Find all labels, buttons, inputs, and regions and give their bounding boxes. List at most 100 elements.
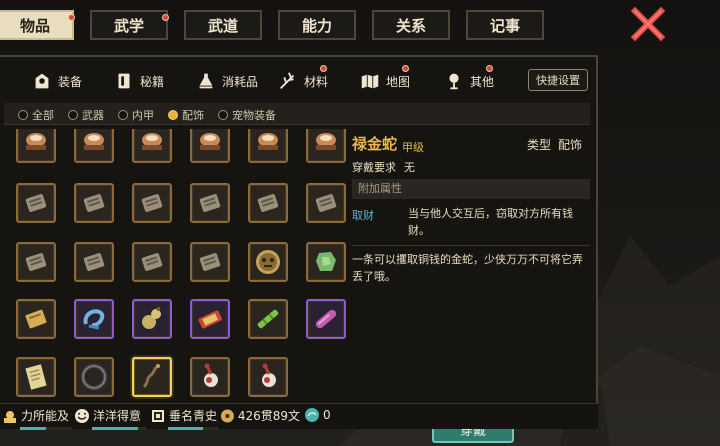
requirement-value: 无 bbox=[404, 161, 415, 174]
inventory-slot[interactable] bbox=[74, 299, 114, 339]
filter-label: 全部 bbox=[32, 109, 54, 122]
fame-icon bbox=[152, 409, 164, 422]
radio-button[interactable] bbox=[118, 110, 128, 120]
item-grade: 甲级 bbox=[402, 141, 424, 154]
jade-icon bbox=[316, 252, 336, 271]
inventory-slot[interactable] bbox=[16, 357, 56, 397]
inventory-slot[interactable] bbox=[248, 129, 288, 163]
inventory-slot[interactable] bbox=[132, 129, 172, 163]
filter-1[interactable]: 武器 bbox=[68, 107, 104, 123]
filter-2[interactable]: 内甲 bbox=[118, 107, 154, 123]
subtab-2[interactable]: 消耗品 bbox=[194, 65, 258, 97]
attribute-description: 当与他人交互后，窃取对方所有钱财。 bbox=[408, 207, 573, 237]
item-detail: 禄金蛇 甲级 类型 配饰 穿戴要求 无 附加属性 取财 当与他人交互后，窃取对方… bbox=[352, 133, 590, 443]
radio-button[interactable] bbox=[218, 110, 228, 120]
inventory-slot[interactable] bbox=[190, 242, 230, 282]
inventory-slot[interactable] bbox=[132, 357, 172, 397]
filter-3[interactable]: 配饰 bbox=[168, 107, 204, 123]
pot-icon bbox=[316, 133, 336, 150]
subtab-1[interactable]: 秘籍 bbox=[112, 65, 164, 97]
inventory-slot[interactable] bbox=[190, 183, 230, 223]
subtab-0[interactable]: 装备 bbox=[30, 65, 82, 97]
token-icon bbox=[199, 253, 221, 271]
subtab-label: 秘籍 bbox=[140, 74, 165, 89]
subtab-icon-wrap bbox=[194, 69, 218, 93]
token-icon bbox=[25, 253, 47, 271]
subtab-label: 地图 bbox=[386, 74, 411, 89]
status-bar: 力所能及 洋洋得意 垂名青史 426贯89文 0 bbox=[0, 403, 598, 430]
subtab-icon-wrap bbox=[358, 69, 382, 93]
tab-1[interactable]: 武学 bbox=[90, 10, 168, 40]
inventory-slot[interactable] bbox=[74, 129, 114, 163]
herb-icon bbox=[280, 72, 295, 89]
type-label: 类型 bbox=[527, 138, 552, 152]
inventory-slot[interactable] bbox=[132, 242, 172, 282]
pot-icon bbox=[200, 133, 220, 150]
filter-label: 配饰 bbox=[182, 109, 204, 122]
filter-4[interactable]: 宠物装备 bbox=[218, 107, 276, 123]
coin-icon bbox=[220, 409, 234, 422]
orb-icon bbox=[305, 408, 319, 422]
pipa-icon bbox=[204, 363, 218, 387]
filter-label: 宠物装备 bbox=[232, 109, 276, 122]
inventory-slot[interactable] bbox=[16, 183, 56, 223]
close-icon[interactable] bbox=[630, 6, 666, 42]
inventory-slot[interactable] bbox=[16, 129, 56, 163]
tab-2[interactable]: 武道 bbox=[184, 10, 262, 40]
status-text: 0 bbox=[323, 408, 331, 422]
radio-button[interactable] bbox=[18, 110, 28, 120]
subtab-label: 消耗品 bbox=[222, 74, 259, 89]
quick-settings-button[interactable]: 快捷设置 bbox=[528, 69, 588, 91]
inventory-slot[interactable] bbox=[248, 357, 288, 397]
pot-icon bbox=[26, 133, 46, 150]
status-item: 力所能及 bbox=[2, 407, 72, 430]
tab-4[interactable]: 关系 bbox=[372, 10, 450, 40]
inventory-slot[interactable] bbox=[74, 183, 114, 223]
notification-badge bbox=[68, 14, 75, 21]
inventory-slot[interactable] bbox=[132, 299, 172, 339]
token-icon bbox=[25, 194, 47, 212]
inventory-slot[interactable] bbox=[16, 299, 56, 339]
tab-3[interactable]: 能力 bbox=[278, 10, 356, 40]
subtab-icon-wrap bbox=[276, 69, 300, 93]
filter-0[interactable]: 全部 bbox=[18, 107, 54, 123]
mask-icon bbox=[256, 250, 280, 274]
subtab-icon-wrap bbox=[112, 69, 136, 93]
inventory-slot[interactable] bbox=[306, 299, 346, 339]
token-icon bbox=[315, 194, 337, 212]
snake-icon bbox=[142, 364, 160, 389]
filter-bar: 全部 武器 内甲 配饰 宠物装备 bbox=[4, 103, 590, 125]
radio-button[interactable] bbox=[68, 110, 78, 120]
inventory-slot[interactable] bbox=[132, 183, 172, 223]
status-text: 洋洋得意 bbox=[93, 409, 142, 423]
tab-0[interactable]: 物品 bbox=[0, 10, 74, 40]
inventory-panel: 装备 秘籍 消耗品 材料 地图 其他 快捷设置 全部 武器 内甲 配饰 宠物装备 禄金蛇 甲级 类… bbox=[0, 55, 598, 443]
inventory-slot[interactable] bbox=[248, 299, 288, 339]
inventory-slot[interactable] bbox=[190, 299, 230, 339]
subtab-label: 装备 bbox=[58, 74, 83, 89]
inventory-slot[interactable] bbox=[248, 242, 288, 282]
tab-label: 关系 bbox=[395, 16, 426, 35]
inventory-slot[interactable] bbox=[74, 357, 114, 397]
inventory-slot[interactable] bbox=[306, 242, 346, 282]
attribute-name: 取财 bbox=[352, 209, 374, 222]
item-name: 禄金蛇 bbox=[352, 135, 398, 153]
status-text: 426贯89文 bbox=[237, 409, 300, 423]
inventory-slot[interactable] bbox=[190, 357, 230, 397]
inventory-slot[interactable] bbox=[306, 129, 346, 163]
inventory-slot[interactable] bbox=[74, 242, 114, 282]
notification-badge bbox=[486, 65, 493, 72]
requirement-label: 穿戴要求 bbox=[352, 161, 396, 174]
radio-button[interactable] bbox=[168, 110, 178, 120]
inventory-slot[interactable] bbox=[306, 183, 346, 223]
inventory-slot[interactable] bbox=[248, 183, 288, 223]
strength-icon bbox=[4, 410, 16, 423]
inventory-slot[interactable] bbox=[190, 129, 230, 163]
map-icon bbox=[361, 74, 379, 89]
inventory-slot[interactable] bbox=[16, 242, 56, 282]
item-description: 一条可以攫取铜钱的金蛇，少侠万万不可将它弄丢了哦。 bbox=[352, 253, 583, 283]
tab-5[interactable]: 记事 bbox=[466, 10, 544, 40]
item-grid bbox=[6, 129, 346, 401]
status-text: 力所能及 bbox=[21, 409, 70, 423]
status-item: 0 bbox=[304, 407, 334, 423]
